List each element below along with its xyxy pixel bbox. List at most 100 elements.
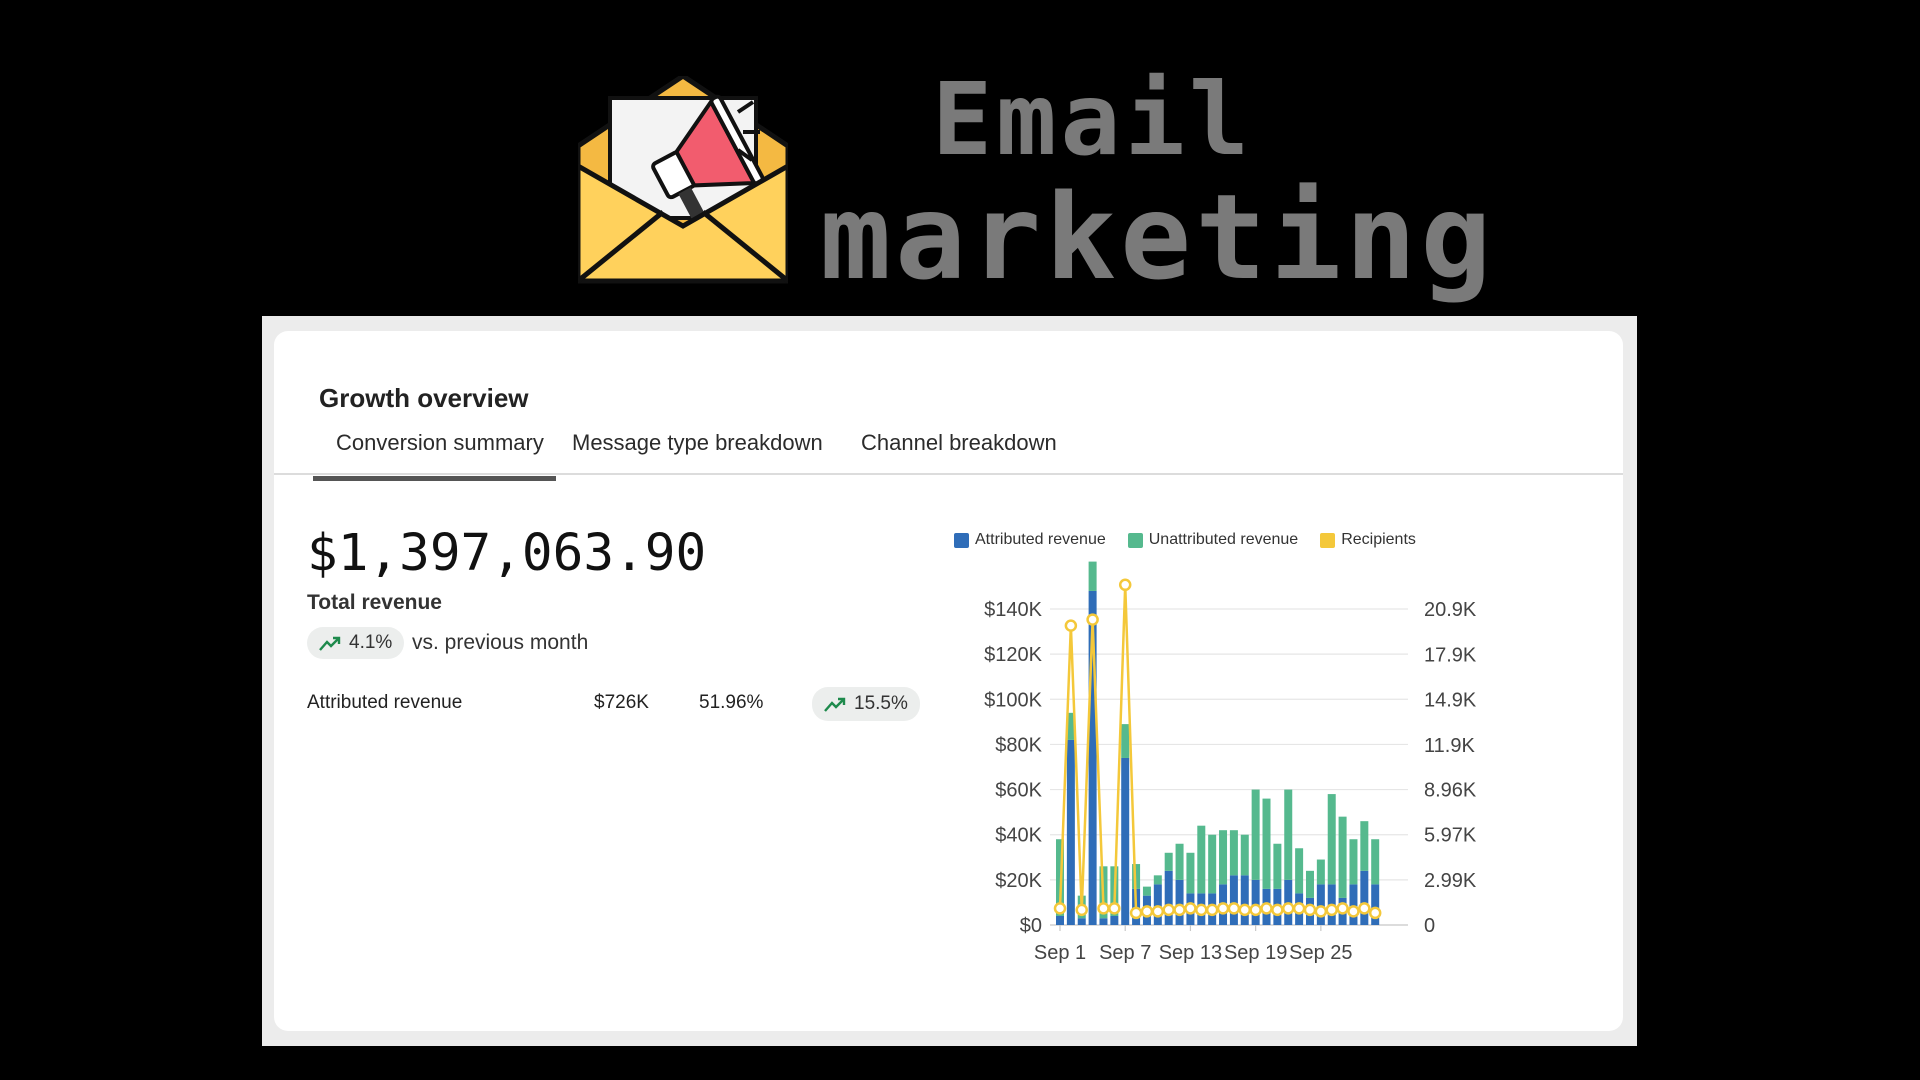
recipients-point bbox=[1129, 906, 1143, 920]
growth-overview-card: Growth overview Conversion summary Messa… bbox=[274, 331, 1623, 1031]
y-left-tick-label: $80K bbox=[995, 734, 1042, 756]
bar-attributed bbox=[1240, 875, 1249, 925]
recipients-point bbox=[1260, 902, 1273, 915]
recipients-point bbox=[1184, 902, 1197, 915]
envelope-megaphone-icon bbox=[578, 76, 788, 284]
y-left-tick-label: $60K bbox=[995, 780, 1042, 802]
y-right-tick-label: 2.99K bbox=[1424, 870, 1477, 892]
recipients-point bbox=[1271, 903, 1284, 917]
bar-unattributed bbox=[1338, 816, 1347, 898]
bar-unattributed bbox=[1175, 843, 1184, 880]
recipients-point bbox=[1325, 903, 1338, 917]
recipients-point bbox=[1118, 578, 1132, 592]
y-right-tick-label: 5.97K bbox=[1424, 825, 1477, 847]
bar-unattributed bbox=[1229, 830, 1238, 876]
bar-unattributed bbox=[1371, 839, 1380, 885]
bar-unattributed bbox=[1316, 859, 1325, 885]
legend-item-unattributed: Unattributed revenue bbox=[1127, 531, 1299, 549]
row-amount: $726K bbox=[594, 692, 649, 713]
recipients-point bbox=[1281, 902, 1295, 915]
recipients-point bbox=[1053, 902, 1067, 915]
change-value: 4.1% bbox=[349, 632, 393, 653]
recipients-point bbox=[1075, 903, 1088, 917]
bar-attributed bbox=[1349, 884, 1358, 925]
legend-label: Recipients bbox=[1341, 531, 1416, 548]
bar-unattributed bbox=[1186, 852, 1195, 894]
bar-unattributed bbox=[1273, 843, 1282, 889]
y-right-tick-label: 17.9K bbox=[1424, 644, 1477, 666]
y-left-tick-label: $0 bbox=[1020, 915, 1042, 937]
bar-unattributed bbox=[1219, 830, 1228, 885]
y-left-tick-label: $140K bbox=[984, 599, 1042, 621]
bar-attributed bbox=[1251, 879, 1260, 925]
revenue-chart: $0 $20K $40K $60K $80K $100K $120K $140K 0 2.99K 5… bbox=[984, 561, 1477, 964]
bar-unattributed bbox=[1142, 886, 1151, 896]
legend-item-recipients: Recipients bbox=[1320, 531, 1416, 549]
x-tick-label: Sep 19 bbox=[1224, 942, 1287, 964]
bar-unattributed bbox=[1197, 825, 1206, 894]
bar-unattributed bbox=[1327, 794, 1336, 885]
bar-attributed bbox=[1316, 884, 1325, 925]
bar-attributed bbox=[1056, 915, 1064, 925]
legend-swatch bbox=[1320, 532, 1336, 548]
bar-unattributed bbox=[1295, 848, 1304, 894]
y-right-tick-label: 0 bbox=[1424, 915, 1435, 937]
y-right-tick-label: 20.9K bbox=[1424, 599, 1477, 621]
total-revenue-value: $1,397,063.90 bbox=[307, 524, 707, 583]
tab-conversion-summary[interactable]: Conversion summary bbox=[313, 430, 556, 481]
row-change-value: 15.5% bbox=[854, 693, 908, 714]
recipients-point bbox=[1140, 905, 1154, 918]
recipients-point bbox=[1368, 906, 1382, 920]
bar-attributed bbox=[1175, 879, 1184, 925]
recipients-point bbox=[1292, 902, 1306, 915]
recipients-point bbox=[1227, 902, 1241, 915]
trend-up-icon bbox=[824, 697, 846, 712]
row-change-badge: 15.5% bbox=[812, 687, 920, 721]
bar-unattributed bbox=[1153, 875, 1162, 885]
recipients-point bbox=[1108, 902, 1121, 915]
bar-attributed bbox=[1360, 870, 1369, 925]
recipients-point bbox=[1347, 905, 1360, 918]
x-tick-label: Sep 7 bbox=[1099, 942, 1151, 964]
tab-message-type-breakdown[interactable]: Message type breakdown bbox=[572, 430, 823, 456]
bar-unattributed bbox=[1251, 789, 1260, 880]
banner-title-line1: Email bbox=[932, 61, 1254, 178]
bar-unattributed bbox=[1360, 821, 1369, 871]
row-label: Attributed revenue bbox=[307, 692, 463, 713]
bar-unattributed bbox=[1305, 870, 1314, 898]
recipients-point bbox=[1205, 903, 1219, 917]
recipients-point bbox=[1097, 902, 1110, 915]
y-left-tick-label: $100K bbox=[984, 689, 1042, 711]
bar-attributed bbox=[1229, 875, 1238, 925]
y-left-tick-label: $120K bbox=[984, 644, 1042, 666]
y-right-tick-label: 8.96K bbox=[1424, 780, 1477, 802]
bar-attributed bbox=[1164, 870, 1173, 925]
x-tick-label: Sep 1 bbox=[1034, 942, 1086, 964]
recipients-point bbox=[1314, 905, 1328, 918]
bar-unattributed bbox=[1240, 834, 1249, 876]
card-title: Growth overview bbox=[319, 383, 529, 413]
tab-channel-breakdown[interactable]: Channel breakdown bbox=[861, 430, 1057, 456]
legend-label: Unattributed revenue bbox=[1148, 531, 1299, 548]
recipients-point bbox=[1336, 902, 1349, 915]
legend-item-attributed: Attributed revenue bbox=[954, 531, 1106, 549]
bar-attributed bbox=[1110, 915, 1119, 925]
y-left-tick-label: $20K bbox=[995, 870, 1042, 892]
dashboard-frame: Growth overview Conversion summary Messa… bbox=[262, 316, 1637, 1046]
recipients-point bbox=[1064, 619, 1078, 632]
bar-unattributed bbox=[1164, 852, 1173, 871]
recipients-point bbox=[1238, 903, 1252, 917]
y-left-tick-label: $40K bbox=[995, 825, 1042, 847]
legend-swatch bbox=[954, 532, 969, 548]
recipients-point bbox=[1303, 903, 1317, 917]
change-badge: 4.1% bbox=[307, 627, 405, 659]
total-revenue-label: Total revenue bbox=[307, 591, 442, 614]
bar-unattributed bbox=[1262, 798, 1271, 889]
recipients-point bbox=[1162, 903, 1175, 917]
bar-unattributed bbox=[1088, 561, 1097, 591]
recipients-point bbox=[1173, 903, 1186, 917]
y-right-tick-label: 11.9K bbox=[1424, 735, 1475, 757]
bar-unattributed bbox=[1284, 789, 1293, 880]
tab-bar: Conversion summary Message type breakdow… bbox=[274, 418, 1623, 481]
recipients-point bbox=[1249, 903, 1262, 917]
